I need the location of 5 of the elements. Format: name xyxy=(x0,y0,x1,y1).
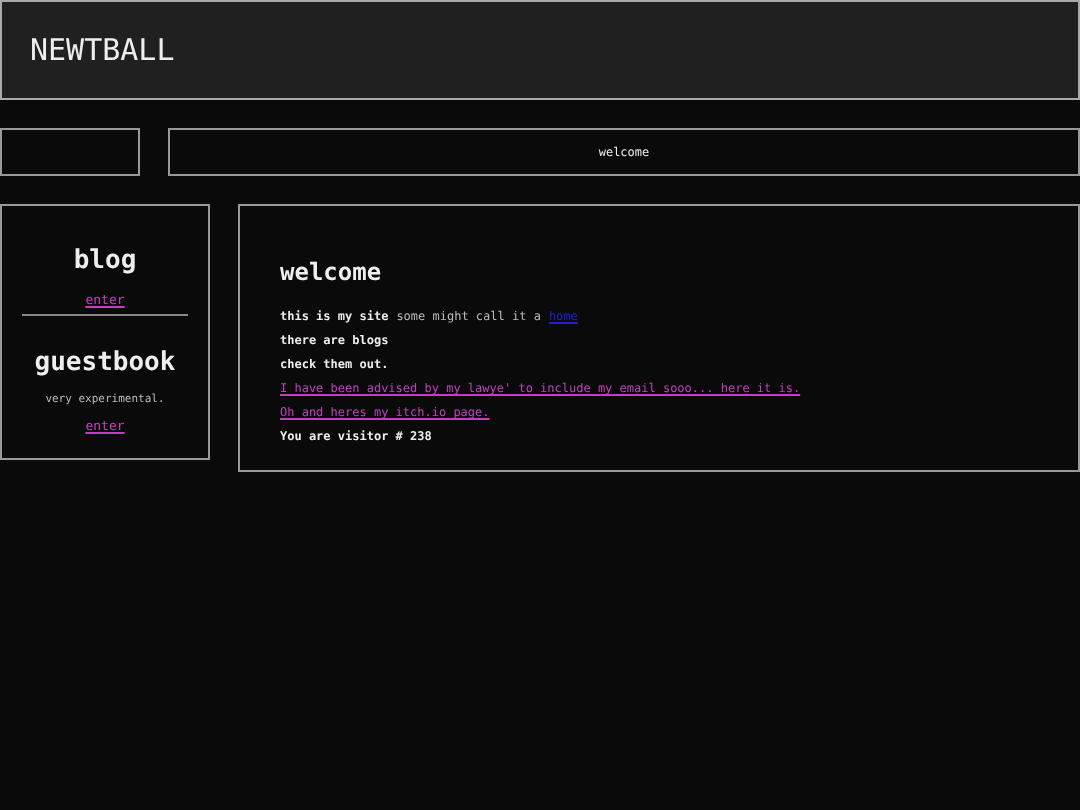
section-title: blog xyxy=(73,246,137,276)
site-title: NEWTBALL xyxy=(30,32,175,68)
nav-box xyxy=(0,128,140,176)
section-title: guestbook xyxy=(34,348,176,378)
content-title: welcome xyxy=(280,258,384,286)
